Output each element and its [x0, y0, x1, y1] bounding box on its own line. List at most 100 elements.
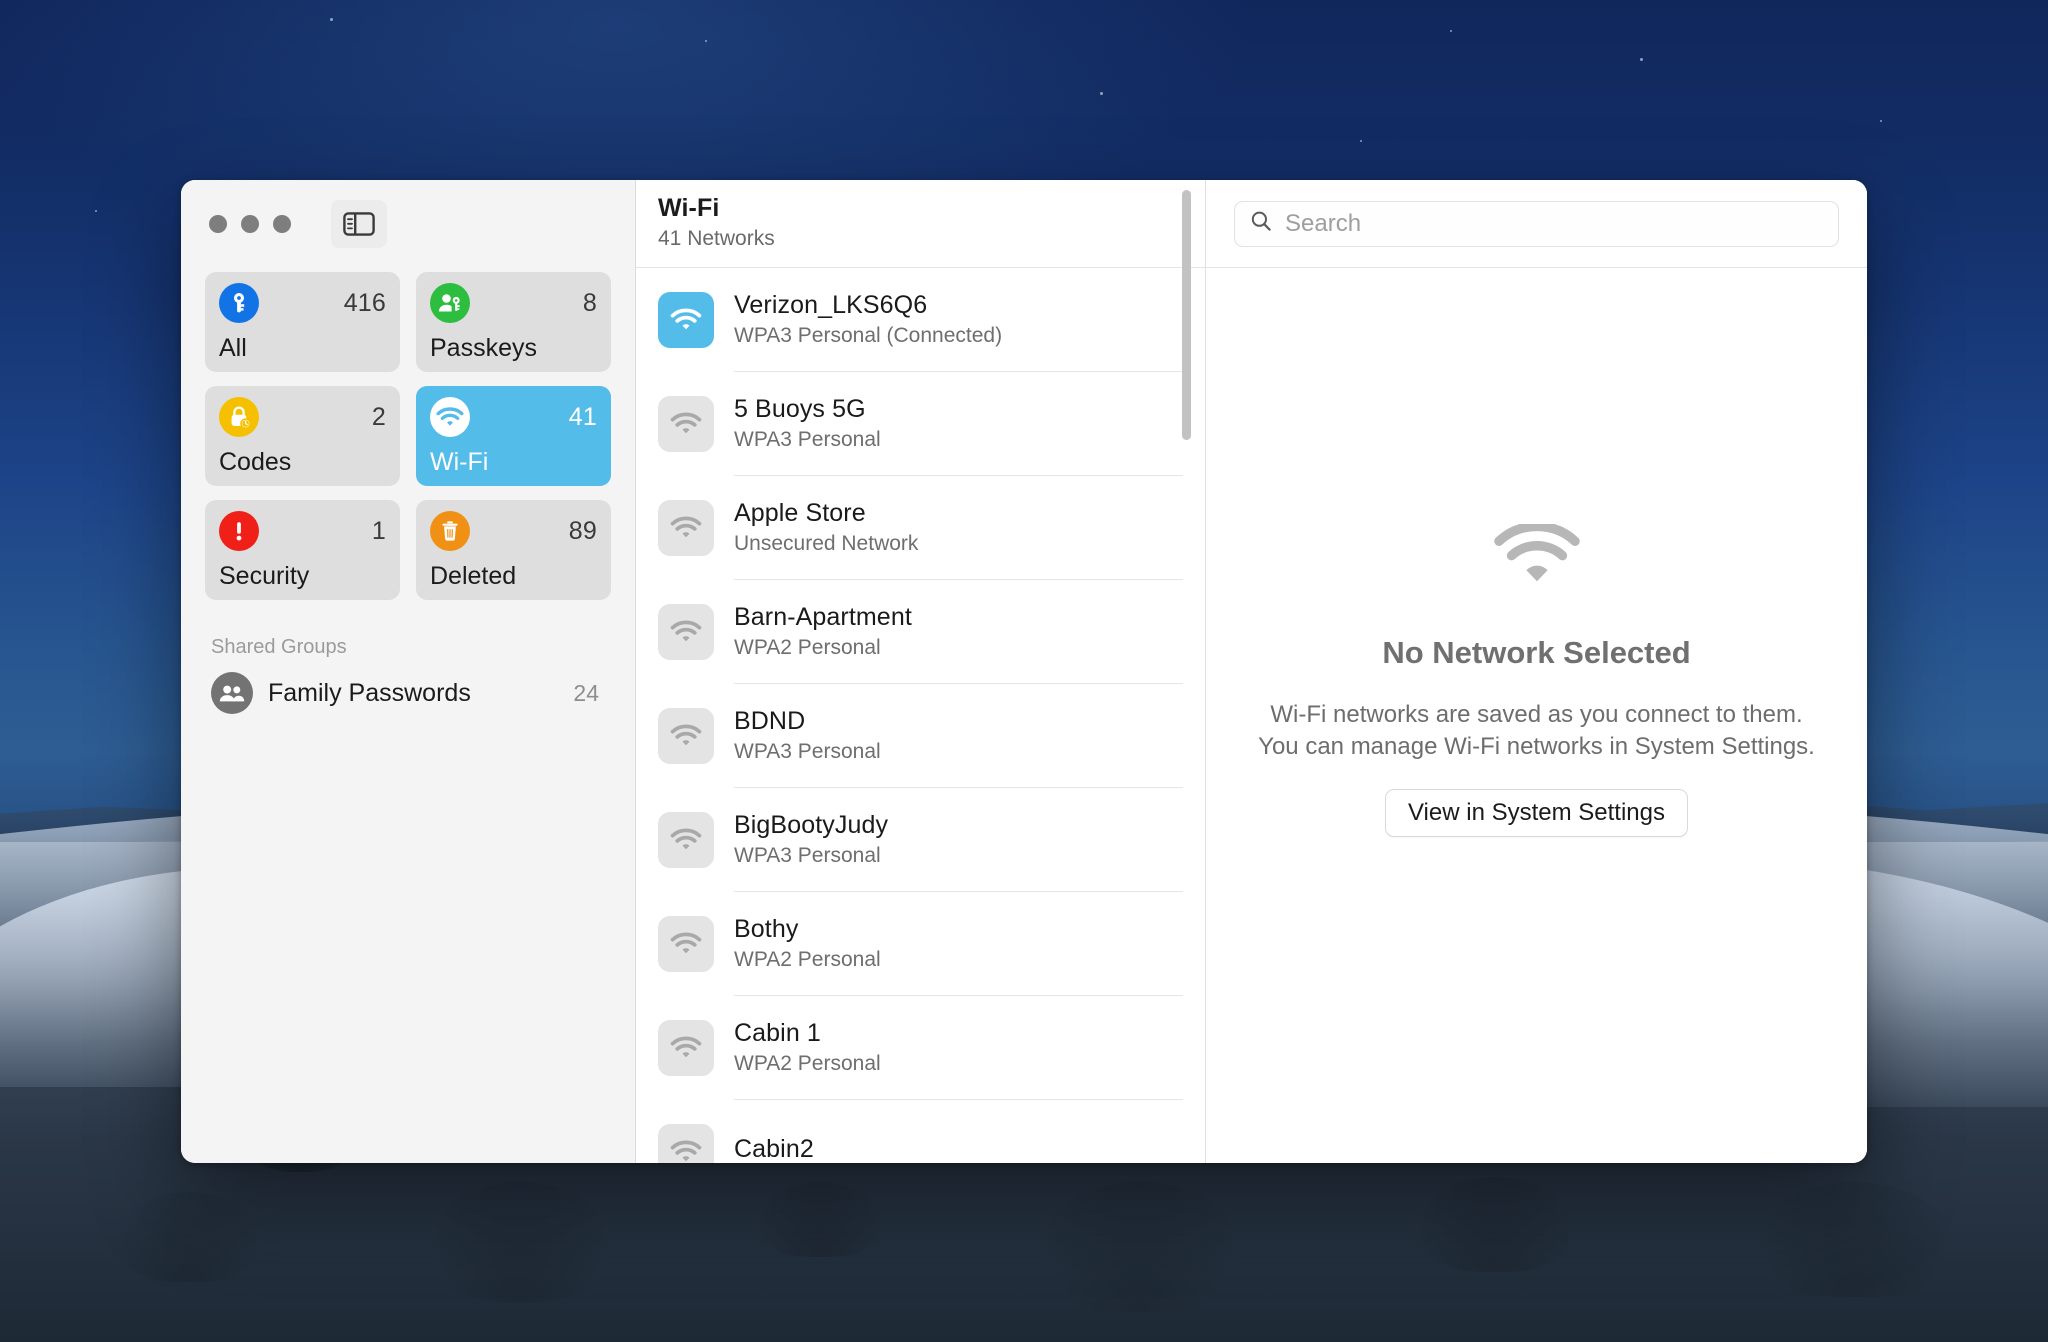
minimize-button[interactable] [241, 215, 259, 233]
desert-brush [1420, 1177, 1570, 1272]
detail-pane: Search No Network Selected Wi-Fi network… [1206, 180, 1867, 1163]
wifi-icon [658, 811, 714, 868]
wifi-icon [430, 397, 470, 437]
sidebar-item-family-passwords[interactable]: Family Passwords 24 [205, 665, 611, 721]
tile-label: Deleted [430, 561, 517, 590]
network-security: WPA2 Personal [734, 948, 881, 971]
window-titlebar [181, 180, 635, 268]
wifi-icon [658, 707, 714, 764]
tile-label: Security [219, 561, 310, 590]
list-item[interactable]: BDND WPA3 Personal [636, 684, 1205, 787]
network-name: Barn-Apartment [734, 603, 912, 631]
wifi-icon [658, 1019, 714, 1076]
star [95, 210, 97, 212]
tile-label: Wi-Fi [430, 447, 489, 476]
star [1360, 140, 1362, 142]
star [1880, 120, 1882, 122]
zoom-button[interactable] [273, 215, 291, 233]
list-item[interactable]: Apple Store Unsecured Network [636, 476, 1205, 579]
tile-count: 89 [568, 516, 597, 545]
network-name: Bothy [734, 915, 799, 943]
search-placeholder: Search [1285, 209, 1362, 237]
search-field[interactable]: Search [1234, 200, 1839, 247]
sidebar: 416 All 8 Passkeys 2 Codes 41 Wi-Fi 1 Se… [181, 180, 636, 1163]
desert-brush [430, 1182, 610, 1302]
sidebar-tile-codes[interactable]: 2 Codes [205, 386, 400, 486]
list-item[interactable]: Barn-Apartment WPA2 Personal [636, 580, 1205, 683]
detail-header: Search [1206, 180, 1867, 268]
tile-count: 41 [568, 402, 597, 431]
tile-count: 2 [371, 402, 386, 431]
desert-brush [120, 1192, 260, 1282]
wifi-icon [658, 1123, 714, 1163]
network-security: WPA3 Personal (Connected) [734, 324, 1003, 347]
network-name: Apple Store [734, 499, 866, 527]
star [1640, 58, 1643, 61]
sidebar-tile-wifi[interactable]: 41 Wi-Fi [416, 386, 611, 486]
shared-group-count: 24 [573, 679, 599, 706]
list-scrollbar[interactable] [1182, 190, 1191, 440]
list-item[interactable]: BigBootyJudy WPA3 Personal [636, 788, 1205, 891]
shared-groups-header: Shared Groups [211, 636, 347, 658]
people-icon [211, 672, 253, 714]
sidebar-tile-security[interactable]: 1 Security [205, 500, 400, 600]
network-security: WPA3 Personal [734, 428, 881, 451]
network-name: Cabin 1 [734, 1019, 821, 1047]
wifi-icon [658, 395, 714, 452]
empty-state-description-line1: Wi-Fi networks are saved as you connect … [1270, 701, 1803, 729]
desert-brush [1760, 1182, 1950, 1297]
star [1100, 92, 1103, 95]
star [705, 40, 707, 42]
network-name: BigBootyJudy [734, 811, 889, 839]
empty-state-description-line2: You can manage Wi-Fi networks in System … [1258, 733, 1815, 760]
list-item[interactable]: 5 Buoys 5G WPA3 Personal [636, 372, 1205, 475]
empty-state-description: Wi-Fi networks are saved as you connect … [1258, 699, 1815, 762]
network-name: Verizon_LKS6Q6 [734, 291, 928, 319]
tile-label: Codes [219, 447, 292, 476]
network-name: BDND [734, 707, 806, 735]
list-item[interactable]: Cabin2 [636, 1100, 1205, 1163]
tile-label: Passkeys [430, 333, 537, 362]
network-list-column: Wi-Fi 41 Networks Verizon_LKS6Q6 WPA3 Pe… [636, 180, 1206, 1163]
network-security: WPA2 Personal [734, 1052, 881, 1075]
key-icon [219, 283, 259, 323]
star [330, 18, 333, 21]
passkey-icon [430, 283, 470, 323]
sidebar-toggle-button[interactable] [331, 200, 387, 248]
sidebar-tile-all[interactable]: 416 All [205, 272, 400, 372]
tile-count: 8 [582, 288, 597, 317]
view-in-system-settings-button[interactable]: View in System Settings [1384, 788, 1688, 837]
shared-group-name: Family Passwords [268, 678, 471, 707]
list-item[interactable]: Verizon_LKS6Q6 WPA3 Personal (Connected) [636, 268, 1205, 371]
wifi-icon [658, 499, 714, 556]
star [1450, 30, 1452, 32]
traffic-lights [209, 215, 291, 233]
network-name: Cabin2 [734, 1135, 814, 1163]
desktop-background: 416 All 8 Passkeys 2 Codes 41 Wi-Fi 1 Se… [0, 0, 2048, 1342]
network-security: WPA2 Personal [734, 636, 881, 659]
lock-clock-icon [219, 397, 259, 437]
trash-icon [430, 511, 470, 551]
network-security: Unsecured Network [734, 532, 919, 555]
wifi-icon [1493, 521, 1580, 591]
desert-brush [1040, 1182, 1240, 1312]
tile-count: 416 [343, 288, 386, 317]
wifi-icon [658, 603, 714, 660]
close-button[interactable] [209, 215, 227, 233]
tile-count: 1 [371, 516, 386, 545]
network-count-label: 41 Networks [658, 227, 775, 250]
empty-state-title: No Network Selected [1382, 635, 1691, 671]
list-item[interactable]: Bothy WPA2 Personal [636, 892, 1205, 995]
network-list: Verizon_LKS6Q6 WPA3 Personal (Connected) [636, 268, 1205, 1163]
empty-state: No Network Selected Wi-Fi networks are s… [1206, 268, 1867, 1163]
list-header: Wi-Fi 41 Networks [636, 180, 1205, 268]
network-security: WPA3 Personal [734, 844, 881, 867]
network-security: WPA3 Personal [734, 740, 881, 763]
wifi-icon [658, 915, 714, 972]
sidebar-tile-deleted[interactable]: 89 Deleted [416, 500, 611, 600]
tile-label: All [219, 333, 247, 362]
sidebar-tile-passkeys[interactable]: 8 Passkeys [416, 272, 611, 372]
desert-brush [760, 1182, 880, 1257]
list-item[interactable]: Cabin 1 WPA2 Personal [636, 996, 1205, 1099]
sidebar-toggle-icon [343, 212, 375, 236]
